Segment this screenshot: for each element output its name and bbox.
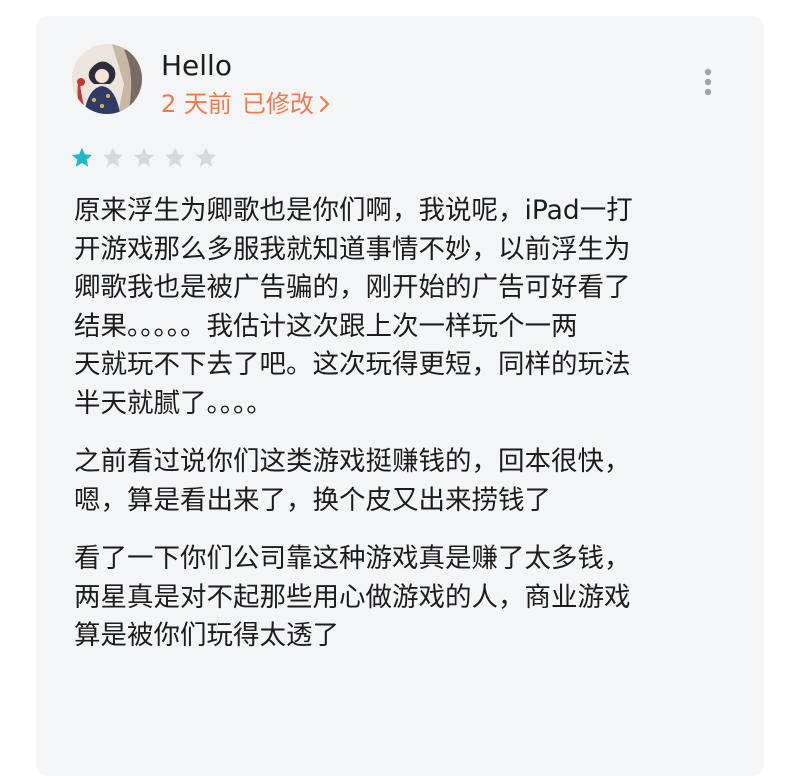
star-empty-icon xyxy=(165,147,185,167)
review-time: 2 天前 xyxy=(161,90,232,118)
star-filled-icon xyxy=(72,147,92,167)
star-empty-icon xyxy=(103,147,123,167)
username[interactable]: Hello xyxy=(161,48,232,84)
star-empty-icon xyxy=(134,147,154,167)
star-empty-icon xyxy=(196,147,216,167)
review-meta[interactable]: 2 天前 已修改 xyxy=(161,88,332,120)
edited-label: 已修改 xyxy=(241,90,314,118)
review-text: 原来浮生为卿歌也是你们啊，我说呢，iPad一打 开游戏那么多服我就知道事情不妙，… xyxy=(74,192,744,676)
review-paragraph: 之前看过说你们这类游戏挺赚钱的，回本很快， 嗯，算是看出来了，换个皮又出来捞钱了 xyxy=(74,446,631,516)
review-paragraph: 原来浮生为卿歌也是你们啊，我说呢，iPad一打 开游戏那么多服我就知道事情不妙，… xyxy=(74,195,633,419)
review-paragraph: 看了一下你们公司靠这种游戏真是赚了太多钱， 两星真是对不起那些用心做游戏的人，商… xyxy=(74,543,631,651)
review-card: Hello 2 天前 已修改 原来浮生为卿歌也是你们啊，我说呢，iPad一打 开游… xyxy=(36,16,764,776)
more-vertical-icon[interactable] xyxy=(698,66,718,98)
avatar[interactable] xyxy=(72,44,142,114)
star-rating xyxy=(70,146,218,170)
chevron-right-icon xyxy=(319,95,330,113)
avatar-image xyxy=(72,44,142,114)
